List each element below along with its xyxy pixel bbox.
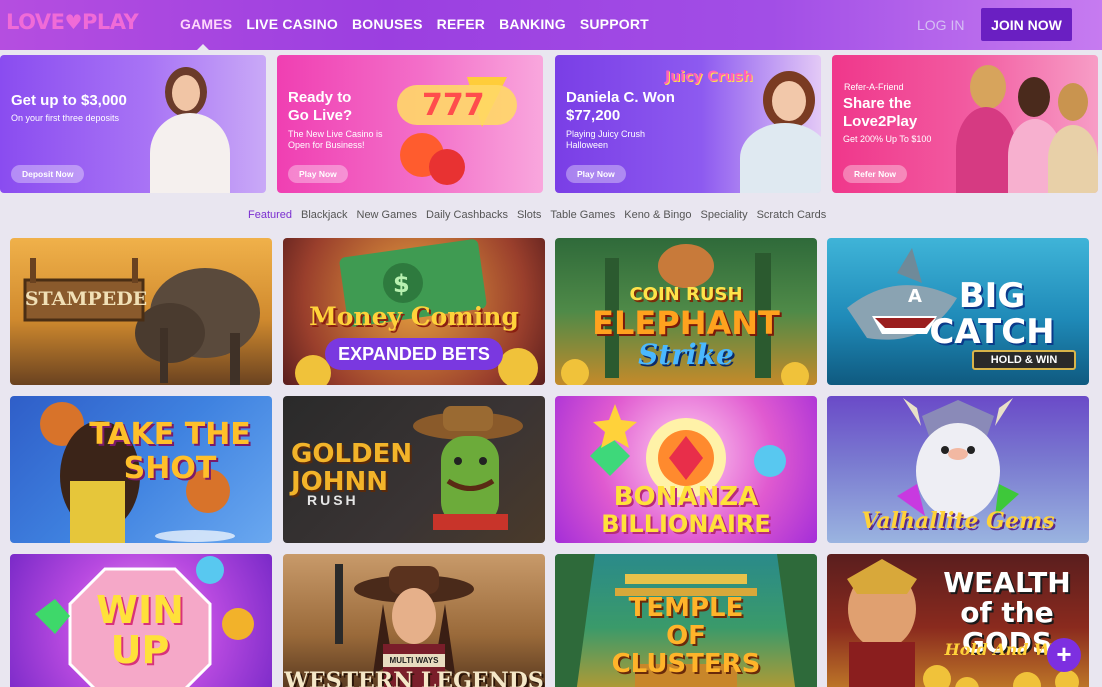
- nav-banking[interactable]: BANKING: [499, 16, 566, 32]
- woman-figure-face: [172, 75, 200, 111]
- game-tile-money-coming[interactable]: $ Money Coming EXPANDED BETS: [283, 238, 545, 385]
- banner-winner[interactable]: Juicy Crush Daniela C. Won $77,200 Playi…: [555, 55, 821, 193]
- game-title: WIN UP: [96, 588, 184, 672]
- game-pretitle: COIN RUSH: [629, 284, 743, 305]
- friend-figure-head: [1018, 77, 1050, 117]
- add-fab-button[interactable]: +: [1047, 638, 1081, 672]
- banner-refer[interactable]: Refer-A-Friend Share the Love2Play Get 2…: [832, 55, 1098, 193]
- game-tile-win-up[interactable]: WIN UP: [10, 554, 272, 687]
- logo-text-left: LOVE: [6, 10, 65, 34]
- game-pretitle: MULTI WAYS: [383, 654, 445, 667]
- game-tile-valhallite-gems[interactable]: Valhallite Gems: [827, 396, 1089, 543]
- login-link[interactable]: LOG IN: [917, 17, 964, 33]
- deposit-now-button[interactable]: Deposit Now: [11, 165, 85, 183]
- main-nav: GAMES LIVE CASINO BONUSES REFER BANKING …: [180, 16, 649, 32]
- svg-text:$: $: [393, 270, 410, 298]
- banner-pretitle: Refer-A-Friend: [844, 82, 904, 92]
- nav-games[interactable]: GAMES: [180, 16, 232, 32]
- banner-title: Share the Love2Play: [843, 95, 918, 130]
- tab-speciality[interactable]: Speciality: [701, 209, 748, 221]
- game-title: TAKE THE SHOT: [89, 417, 251, 486]
- game-title: BIG CATCH: [929, 276, 1055, 352]
- game-title: ELEPHANT: [592, 304, 780, 342]
- tab-new-games[interactable]: New Games: [357, 209, 418, 221]
- game-subtitle: EXPANDED BETS: [325, 338, 503, 370]
- play-now-button[interactable]: Play Now: [566, 165, 626, 183]
- banner-subtitle: Playing Juicy Crush Halloween: [566, 129, 646, 150]
- woman-figure-face: [772, 81, 806, 121]
- tab-keno-bingo[interactable]: Keno & Bingo: [624, 209, 691, 221]
- active-nav-caret: [197, 44, 209, 50]
- tab-table-games[interactable]: Table Games: [550, 209, 615, 221]
- game-tile-temple-of-clusters[interactable]: TEMPLE OF CLUSTERS: [555, 554, 817, 687]
- top-navbar: LOVE♥PLAY GAMES LIVE CASINO BONUSES REFE…: [0, 0, 1102, 50]
- banner-deposit[interactable]: Get up to $3,000 On your first three dep…: [0, 55, 266, 193]
- nav-live-casino[interactable]: LIVE CASINO: [246, 16, 338, 32]
- heart-icon: ♥: [64, 10, 83, 34]
- game-title: Valhallite Gems: [861, 508, 1055, 534]
- tab-blackjack[interactable]: Blackjack: [301, 209, 347, 221]
- woman-figure-body: [740, 123, 821, 193]
- game-tile-elephant-strike[interactable]: COIN RUSH ELEPHANT Strike: [555, 238, 817, 385]
- game-title: BONANZA: [613, 482, 759, 512]
- friend-figure-head: [970, 65, 1006, 109]
- nav-support[interactable]: SUPPORT: [580, 16, 649, 32]
- banner-title: Get up to $3,000: [11, 92, 127, 109]
- love2play-logo[interactable]: LOVE♥PLAY: [6, 10, 139, 34]
- game-title: GOLDEN JOHNN: [291, 439, 413, 497]
- game-subtitle: RUSH: [307, 492, 359, 508]
- friend-figure-body: [956, 107, 1016, 193]
- game-tile-western-legends[interactable]: MULTI WAYS WESTERN LEGENDS: [283, 554, 545, 687]
- nav-bonuses[interactable]: BONUSES: [352, 16, 423, 32]
- tab-daily-cashbacks[interactable]: Daily Cashbacks: [426, 209, 508, 221]
- game-title: Money Coming: [309, 302, 519, 331]
- banner-subtitle: The New Live Casino is Open for Business…: [288, 129, 383, 150]
- play-now-button[interactable]: Play Now: [288, 165, 348, 183]
- svg-text:777: 777: [422, 88, 485, 123]
- friend-figure-body: [1048, 125, 1098, 193]
- game-tile-big-catch[interactable]: A BIG CATCH HOLD & WIN: [827, 238, 1089, 385]
- banner-subtitle: Get 200% Up To $100: [843, 134, 932, 144]
- game-subtitle: Strike: [638, 338, 734, 371]
- juicy-crush-logo: Juicy Crush: [665, 69, 753, 85]
- refer-now-button[interactable]: Refer Now: [843, 165, 908, 183]
- tab-featured[interactable]: Featured: [248, 209, 292, 221]
- game-tile-golden-johnn[interactable]: GOLDEN JOHNN RUSH: [283, 396, 545, 543]
- game-subtitle: BILLIONAIRE: [601, 510, 771, 538]
- logo-text-right: PLAY: [81, 10, 139, 34]
- category-tabs: Featured Blackjack New Games Daily Cashb…: [248, 209, 826, 221]
- banner-live-casino[interactable]: 777 Ready to Go Live? The New Live Casin…: [277, 55, 543, 193]
- join-now-button[interactable]: JOIN NOW: [981, 8, 1072, 41]
- nav-refer[interactable]: REFER: [437, 16, 485, 32]
- game-title: TEMPLE OF CLUSTERS: [611, 593, 761, 679]
- game-tile-bonanza-billionaire[interactable]: BONANZA BILLIONAIRE: [555, 396, 817, 543]
- tab-slots[interactable]: Slots: [517, 209, 541, 221]
- game-tile-wealth-of-the-gods[interactable]: WEALTH of the GODS Hold And Win: [827, 554, 1089, 687]
- banner-title: Ready to Go Live?: [288, 89, 353, 124]
- banner-subtitle: On your first three deposits: [11, 113, 120, 123]
- game-title: STAMPEDE: [24, 288, 148, 310]
- game-subtitle: HOLD & WIN: [972, 350, 1076, 370]
- game-title: WESTERN LEGENDS: [284, 668, 544, 687]
- stampede-art: [23, 258, 260, 385]
- banner-title: Daniela C. Won $77,200: [566, 89, 675, 124]
- friend-figure-head: [1058, 83, 1088, 121]
- woman-figure-body: [150, 113, 230, 193]
- game-tile-stampede[interactable]: STAMPEDE: [10, 238, 272, 385]
- tab-scratch-cards[interactable]: Scratch Cards: [757, 209, 827, 221]
- game-tile-take-the-shot[interactable]: TAKE THE SHOT: [10, 396, 272, 543]
